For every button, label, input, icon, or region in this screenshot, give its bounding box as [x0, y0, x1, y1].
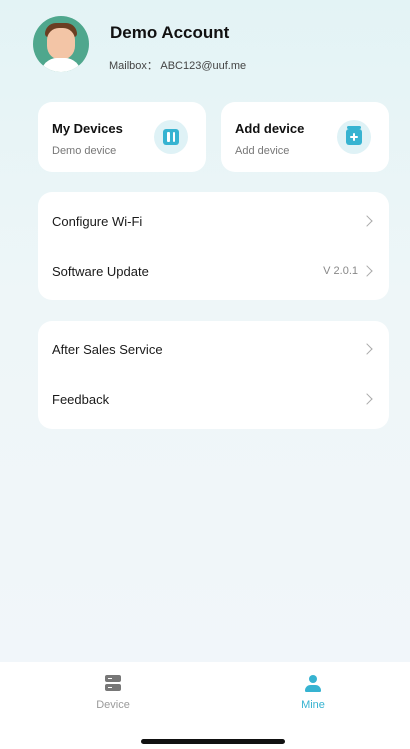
- support-group: After Sales Service Feedback: [38, 321, 389, 429]
- software-version: V 2.0.1: [323, 265, 358, 277]
- chevron-right-icon: [361, 215, 373, 227]
- tab-device-label: Device: [96, 699, 130, 711]
- person-icon-body: [305, 685, 321, 692]
- software-update-row[interactable]: Software Update V 2.0.1: [38, 246, 389, 296]
- software-update-label: Software Update: [52, 264, 149, 279]
- after-sales-label: After Sales Service: [52, 342, 163, 357]
- add-box-icon: [337, 120, 371, 154]
- chevron-right-icon: [361, 265, 373, 277]
- person-icon: [305, 675, 321, 693]
- avatar-shirt: [41, 58, 81, 72]
- add-device-subtitle: Add device: [235, 145, 290, 157]
- avatar[interactable]: [33, 16, 89, 72]
- chevron-right-icon: [361, 343, 373, 355]
- bottom-tab-bar: Device Mine: [0, 662, 410, 749]
- device-list-icon-bar: [105, 675, 121, 682]
- home-indicator: [141, 739, 285, 744]
- feedback-row[interactable]: Feedback: [38, 374, 389, 424]
- device-icon-glyph: [163, 129, 179, 145]
- person-icon-head: [309, 675, 317, 683]
- add-device-title: Add device: [235, 121, 305, 136]
- feedback-label: Feedback: [52, 392, 110, 407]
- configure-wifi-label: Configure Wi-Fi: [52, 214, 143, 229]
- device-icon: [154, 120, 188, 154]
- account-mailbox: Mailbox： ABC123@uuf.me: [109, 60, 247, 72]
- settings-group: Configure Wi-Fi Software Update V 2.0.1: [38, 192, 389, 300]
- tab-device[interactable]: Device: [63, 672, 163, 718]
- chevron-right-icon: [361, 393, 373, 405]
- configure-wifi-row[interactable]: Configure Wi-Fi: [38, 196, 389, 246]
- account-name: Demo Account: [110, 23, 230, 42]
- avatar-face: [47, 28, 75, 60]
- after-sales-row[interactable]: After Sales Service: [38, 324, 389, 374]
- device-list-icon-bar: [105, 684, 121, 691]
- add-box-icon-glyph: [346, 129, 362, 145]
- my-devices-subtitle: Demo device: [52, 145, 117, 157]
- add-device-card[interactable]: Add device Add device: [221, 102, 389, 172]
- my-devices-card[interactable]: My Devices Demo device: [38, 102, 206, 172]
- profile-screen: Demo Account Mailbox： ABC123@uuf.me My D…: [0, 0, 410, 749]
- my-devices-title: My Devices: [52, 121, 123, 136]
- tab-mine[interactable]: Mine: [263, 672, 363, 718]
- device-list-icon: [105, 675, 121, 693]
- tab-mine-label: Mine: [301, 699, 325, 711]
- profile-header[interactable]: Demo Account Mailbox： ABC123@uuf.me: [33, 16, 246, 74]
- profile-text: Demo Account Mailbox： ABC123@uuf.me: [109, 16, 247, 73]
